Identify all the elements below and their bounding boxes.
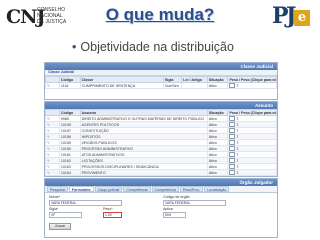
nome-label: Nome*	[49, 195, 60, 199]
sigla-label: Sigla*	[49, 207, 59, 211]
peso-label: Peso*	[103, 207, 113, 211]
assunto-panel: Assunto Código Assunto Situação Peso / P…	[44, 101, 278, 177]
peso-value: 1	[236, 158, 239, 163]
peso-box[interactable]	[229, 116, 236, 121]
table-cell: Ativo	[206, 169, 229, 176]
peso-box[interactable]	[229, 146, 236, 151]
tab-localizacao[interactable]: Localização	[204, 186, 230, 192]
peso-value: 2	[236, 83, 239, 88]
peso-field[interactable]: 1,00	[103, 212, 122, 218]
peso-value: 1	[236, 152, 239, 157]
peso-value: 1	[236, 140, 239, 145]
peso-box[interactable]	[229, 83, 236, 88]
peso-cell[interactable]: 2	[227, 82, 277, 89]
peso-value: 1	[236, 116, 239, 121]
table-cell: 10164	[58, 169, 81, 176]
peso-value: 1	[236, 164, 239, 169]
peso-box[interactable]	[229, 140, 236, 145]
classe-judicial-panel: Classe Judicial Classe Judicial Código C…	[44, 62, 278, 100]
tab-formulario[interactable]: Formulário	[68, 186, 94, 192]
table-cell: CUMPRIMENTO DE SENTENÇA	[79, 82, 164, 89]
peso-box[interactable]	[229, 134, 236, 139]
bullet-text: Objetividade na distribuição	[80, 40, 234, 54]
panel-header: Órgão Julgador	[45, 179, 277, 186]
bullet-dot-icon: •	[72, 40, 77, 54]
peso-box[interactable]	[229, 122, 236, 127]
table-cell: Ativo	[206, 82, 229, 89]
bullet-item: • Objetividade na distribuição	[72, 40, 234, 54]
aplica-label: Aplica	[163, 207, 173, 211]
tab-cargo-judicial[interactable]: Cargo judicial	[94, 186, 123, 192]
peso-value: 1	[236, 170, 239, 175]
panel-header: Classe Judicial	[45, 63, 277, 70]
gravar-button[interactable]: Gravar	[49, 223, 71, 230]
peso-cell[interactable]: 1	[227, 169, 277, 176]
tab-competencia-2[interactable]: Competência	[151, 186, 179, 192]
assunto-table: Código Assunto Situação Peso / Peso (Cli…	[45, 109, 277, 176]
peso-box[interactable]	[229, 158, 236, 163]
tab-bar: Pesquisa Formulário Cargo judicial Compe…	[45, 186, 277, 193]
peso-value: 1	[236, 134, 239, 139]
table-row[interactable]: ✎ 1116 CUMPRIMENTO DE SENTENÇA CumSen At…	[45, 82, 277, 89]
table-row[interactable]: ✎ 10164 PROVIMENTO Ativo 1	[45, 169, 277, 176]
sigla-field[interactable]: VF	[49, 212, 82, 218]
aplica-field[interactable]: SIM	[163, 212, 186, 218]
peso-box[interactable]	[229, 128, 236, 133]
codigo-field[interactable]: VARA FEDERAL	[163, 200, 226, 206]
table-cell: 1116	[58, 82, 81, 89]
orgao-julgador-panel: Órgão Julgador Pesquisa Formulário Cargo…	[44, 178, 278, 238]
edit-icon[interactable]: ✎	[45, 169, 60, 176]
codigo-label: Código de órgão	[163, 195, 190, 199]
peso-box[interactable]	[229, 152, 236, 157]
peso-box[interactable]	[229, 170, 236, 175]
peso-value: 1	[236, 128, 239, 133]
table-cell: PROVIMENTO	[79, 169, 208, 176]
tab-competencia[interactable]: Competência	[123, 186, 151, 192]
pje-logo: P J e	[272, 3, 316, 31]
table-cell	[181, 82, 208, 89]
classe-table: Código Classe Sigla Lei / Artigo Situaçã…	[45, 76, 277, 89]
peso-value: 1	[236, 122, 239, 127]
table-cell: CumSen	[162, 82, 183, 89]
edit-icon[interactable]: ✎	[45, 82, 60, 89]
orgao-form: Nome* VARA FEDERAL Sigla* VF Peso* 1,00 …	[45, 193, 277, 233]
peso-box[interactable]	[229, 164, 236, 169]
nome-field[interactable]: VARA FEDERAL	[49, 200, 122, 206]
tab-pesquisa[interactable]: Pesquisa	[47, 186, 68, 192]
panel-header: Assunto	[45, 102, 277, 109]
peso-value: 1	[236, 146, 239, 151]
tab-peso-proc[interactable]: Peso/Proc.	[179, 186, 204, 192]
